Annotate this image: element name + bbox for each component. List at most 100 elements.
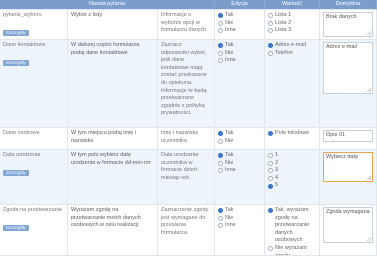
value-option-radio[interactable]: Adres e-mail	[268, 42, 316, 50]
default-value-textarea[interactable]: Wybierz datę	[323, 152, 373, 182]
default-value-cell: Brak danych	[320, 10, 377, 40]
question-name-cell: Dane osobowe	[0, 128, 68, 150]
value-option-radio[interactable]: 2	[268, 160, 316, 168]
radio-circle-icon	[268, 131, 273, 137]
question-info: Data urodzenia uczestnika w formacie dzi…	[158, 150, 215, 205]
default-value-textarea[interactable]: Zgoda wymagana	[323, 207, 373, 243]
question-name: Dane kontaktowe	[3, 42, 46, 48]
default-value-input[interactable]: Opis 01	[323, 130, 373, 142]
value-option-radio[interactable]: 3	[268, 167, 316, 175]
edit-option-radio[interactable]: Inne	[218, 57, 261, 65]
details-button[interactable]: Szczegóły	[3, 169, 29, 176]
default-value-textarea[interactable]: Brak danych	[323, 12, 373, 37]
edit-option-radio[interactable]: Nie	[218, 50, 261, 58]
radio-circle-icon	[268, 43, 273, 49]
radio-circle-icon	[268, 13, 273, 19]
value-option-radio[interactable]: Lista 2	[268, 20, 316, 28]
radio-circle-icon	[218, 153, 223, 159]
edit-option-radio[interactable]: Inne	[218, 27, 261, 35]
radio-label: Tak	[225, 42, 234, 48]
question-info: Informacje o wyborze opcji w formularzu …	[158, 10, 215, 40]
radio-label: Nie wyrażam zgody	[275, 244, 307, 256]
radio-label: Telefon	[275, 49, 293, 56]
resize-handle-icon[interactable]	[367, 176, 371, 180]
edit-options: Tak Nie Inne	[215, 205, 265, 256]
question-info: Imię i nazwisko uczestnika	[158, 128, 215, 150]
edit-option-radio[interactable]: Tak	[218, 12, 261, 20]
value-option-radio[interactable]: Telefon	[268, 50, 316, 58]
value-option-radio[interactable]: Lista 1	[268, 12, 316, 20]
details-button[interactable]: Szczegóły	[3, 224, 29, 231]
value-option-radio[interactable]: 5	[268, 182, 316, 190]
edit-option-radio[interactable]: Nie	[218, 138, 261, 146]
radio-circle-icon	[218, 13, 223, 19]
edit-option-radio[interactable]: Nie	[218, 20, 261, 28]
default-value-text: Adres e-mail	[326, 44, 357, 50]
radio-label: Tak, wyrażam zgodę na przetwarzanie dany…	[275, 207, 310, 244]
value-option-radio[interactable]: 1	[268, 152, 316, 160]
value-option-radio[interactable]: 4	[268, 175, 316, 183]
radio-circle-icon	[218, 208, 223, 214]
question-description: W tym polu wybierz datę urodzenia w form…	[68, 150, 158, 205]
value-option-radio[interactable]: Nie wyrażam zgody	[268, 244, 316, 256]
question-name-cell: Data urodzenia Szczegóły	[0, 150, 68, 205]
value-options: Lista 1 Lista 2 Lista 3	[265, 10, 320, 40]
radio-label: Nie	[225, 137, 234, 144]
details-button[interactable]: Szczegóły	[3, 29, 29, 36]
question-name: Dane osobowe	[3, 130, 40, 136]
default-value-text: Wybierz datę	[326, 154, 359, 160]
resize-handle-icon[interactable]	[367, 31, 371, 35]
question-description: Wyrażam zgodę na przetwarzanie moich dan…	[68, 205, 158, 256]
radio-label: 1	[275, 152, 279, 158]
edit-options: Tak Nie Inne	[215, 40, 265, 128]
radio-label: Nie	[225, 159, 234, 166]
edit-option-radio[interactable]: Nie	[218, 215, 261, 223]
radio-label: Lista 1	[275, 12, 292, 18]
question-description: W dalszej części formularza podaj dane k…	[68, 40, 158, 128]
header-default: Domyślna	[320, 0, 377, 10]
edit-option-radio[interactable]: Nie	[218, 160, 261, 168]
resize-handle-icon[interactable]	[367, 88, 371, 92]
question-info: Zaznacz odpowiedni wybór, jeśli dane kon…	[158, 40, 215, 128]
radio-label: Tak	[225, 12, 234, 18]
edit-option-radio[interactable]: Tak	[218, 207, 261, 215]
question-name-cell: Zgoda na przetwarzanie Szczegóły	[0, 205, 68, 256]
radio-label: 2	[275, 159, 279, 166]
radio-label: Tak	[225, 130, 234, 136]
edit-option-radio[interactable]: Tak	[218, 152, 261, 160]
radio-circle-icon	[218, 20, 223, 26]
value-option-radio[interactable]: Lista 3	[268, 27, 316, 35]
question-name: pytanie_wyboru	[3, 12, 42, 18]
question-name: Data urodzenia	[3, 152, 41, 158]
value-options: 1 2 3 4 5	[265, 150, 320, 205]
edit-option-radio[interactable]: Tak	[218, 130, 261, 138]
edit-options: Tak Nie	[215, 128, 265, 150]
value-options: Adres e-mail Telefon	[265, 40, 320, 128]
radio-label: Tak	[225, 207, 234, 213]
header-value: Wartość	[265, 0, 320, 10]
value-option-radio[interactable]: Pole tekstowe	[268, 130, 316, 138]
radio-label: 3	[275, 167, 279, 174]
value-option-radio[interactable]: Tak, wyrażam zgodę na przetwarzanie dany…	[268, 207, 316, 245]
radio-circle-icon	[268, 28, 273, 34]
resize-handle-icon[interactable]	[367, 237, 371, 241]
radio-circle-icon	[218, 43, 223, 49]
default-value-cell: Adres e-mail	[320, 40, 377, 128]
default-value-textarea[interactable]: Adres e-mail	[323, 42, 373, 94]
questions-table: Nazwa pytania Edycja Wartość Domyślna py…	[0, 0, 377, 256]
question-info: Zaznaczenie zgody jest wymagane do przes…	[158, 205, 215, 256]
radio-label: Nie	[225, 19, 234, 26]
radio-circle-icon	[268, 208, 273, 214]
radio-circle-icon	[268, 168, 273, 174]
radio-label: Inne	[225, 57, 236, 64]
radio-label: Inne	[225, 222, 236, 229]
radio-label: Inne	[225, 27, 236, 34]
radio-label: Adres e-mail	[275, 42, 306, 48]
edit-option-radio[interactable]: Inne	[218, 167, 261, 175]
edit-option-radio[interactable]: Inne	[218, 222, 261, 230]
edit-option-radio[interactable]: Tak	[218, 42, 261, 50]
radio-circle-icon	[218, 131, 223, 137]
details-button[interactable]: Szczegóły	[3, 59, 29, 66]
radio-label: Pole tekstowe	[275, 130, 310, 136]
radio-circle-icon	[268, 160, 273, 166]
